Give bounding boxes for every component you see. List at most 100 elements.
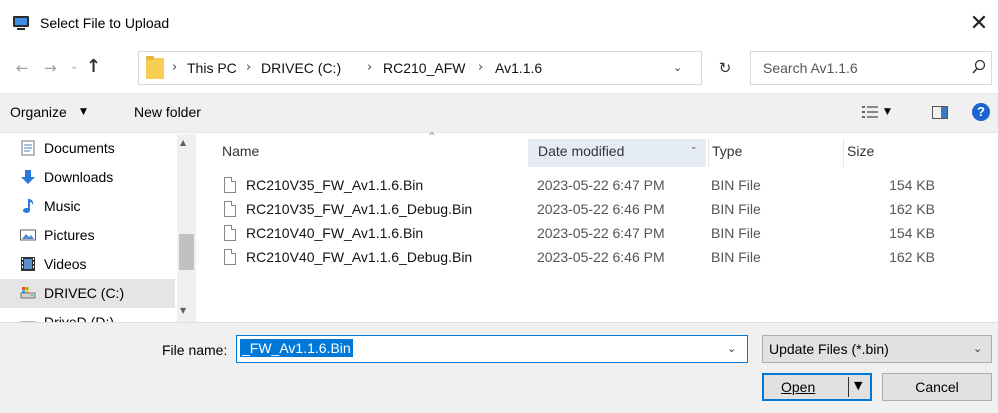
scrollbar-thumb[interactable]: [179, 234, 194, 270]
scroll-down-arrow-icon[interactable]: ▼: [180, 306, 186, 315]
chevron-down-icon[interactable]: ⌄: [673, 61, 682, 74]
column-filter-chevron-icon[interactable]: ⌄: [690, 142, 698, 152]
videos-icon: [21, 257, 35, 271]
file-row[interactable]: RC210V35_FW_Av1.1.6_Debug.Bin 2023-05-22…: [200, 198, 998, 220]
file-name: RC210V40_FW_Av1.1.6.Bin: [246, 225, 424, 241]
chevron-down-icon[interactable]: ⌄: [727, 342, 736, 355]
column-header-size[interactable]: Size: [843, 139, 948, 167]
file-list: ^ Name Date modified ⌄ Type Size RC210V3…: [200, 132, 998, 322]
chevron-down-icon[interactable]: ⌄: [973, 342, 982, 355]
breadcrumb-this-pc[interactable]: This PC: [187, 60, 237, 76]
sidebar-item-label: Documents: [44, 140, 115, 156]
column-header-type[interactable]: Type: [708, 139, 843, 167]
sidebar-item-label: DRIVEC (C:): [44, 285, 125, 301]
breadcrumb-av116[interactable]: Av1.1.6: [495, 60, 542, 76]
preview-pane-icon[interactable]: [932, 106, 948, 119]
file-name: RC210V35_FW_Av1.1.6_Debug.Bin: [246, 201, 473, 217]
title-bar: Select File to Upload ✕: [0, 0, 998, 45]
file-row[interactable]: RC210V35_FW_Av1.1.6.Bin 2023-05-22 6:47 …: [200, 174, 998, 196]
sidebar-item-documents[interactable]: Documents: [0, 134, 175, 163]
sidebar-item-drived[interactable]: DriveD (D:): [0, 308, 175, 322]
file-type: BIN File: [711, 225, 761, 241]
up-arrow-icon[interactable]: ↑: [86, 56, 101, 77]
sidebar-scrollbar[interactable]: ▲ ▼: [177, 134, 196, 322]
file-name-label: File name:: [162, 342, 227, 358]
sidebar-item-videos[interactable]: Videos: [0, 250, 175, 279]
file-name: RC210V40_FW_Av1.1.6_Debug.Bin: [246, 249, 473, 265]
forward-arrow-icon[interactable]: →: [44, 59, 57, 77]
file-size: 154 KB: [889, 225, 935, 241]
sidebar-item-music[interactable]: Music: [0, 192, 175, 221]
file-type: BIN File: [711, 177, 761, 193]
sidebar-item-label: Music: [44, 198, 81, 214]
command-toolbar: Organize ▼ New folder ▼ ?: [0, 93, 998, 133]
column-header-name[interactable]: Name: [222, 139, 259, 167]
close-icon[interactable]: ✕: [960, 8, 998, 40]
file-type-value: Update Files (*.bin): [769, 341, 889, 357]
recent-locations-chevron-icon[interactable]: ⌄: [70, 61, 78, 72]
file-icon: [224, 177, 236, 193]
scroll-up-arrow-icon[interactable]: ▲: [180, 138, 186, 147]
search-placeholder: Search Av1.1.6: [763, 60, 858, 76]
file-icon: [224, 225, 236, 241]
organize-dropdown-arrow-icon[interactable]: ▼: [80, 107, 87, 117]
help-icon[interactable]: ?: [972, 103, 990, 121]
column-header-label: Date modified: [538, 143, 625, 159]
file-type: BIN File: [711, 201, 761, 217]
open-button[interactable]: Open ▼: [762, 373, 872, 401]
breadcrumb-separator: ›: [478, 60, 484, 75]
file-row[interactable]: RC210V40_FW_Av1.1.6.Bin 2023-05-22 6:47 …: [200, 222, 998, 244]
search-input[interactable]: Search Av1.1.6: [750, 51, 992, 85]
view-options-icon[interactable]: [862, 105, 878, 119]
dialog-footer: File name: _FW_Av1.1.6.Bin ⌄ Update File…: [0, 322, 998, 413]
sidebar-item-downloads[interactable]: Downloads: [0, 163, 175, 192]
file-icon: [224, 201, 236, 217]
file-size: 162 KB: [889, 201, 935, 217]
file-date: 2023-05-22 6:47 PM: [537, 225, 665, 241]
breadcrumb-drivec[interactable]: DRIVEC (C:): [261, 60, 341, 76]
file-name-value: _FW_Av1.1.6.Bin: [240, 339, 353, 357]
window-title: Select File to Upload: [40, 15, 170, 31]
split-divider: [848, 377, 849, 397]
file-type: BIN File: [711, 249, 761, 265]
drive-icon: [20, 287, 36, 299]
address-bar[interactable]: › This PC › DRIVEC (C:) › RC210_AFW › Av…: [138, 51, 702, 85]
folder-icon: [146, 56, 164, 79]
new-folder-button[interactable]: New folder: [134, 104, 201, 120]
sort-ascending-icon: ^: [428, 132, 436, 142]
column-header-date-modified[interactable]: Date modified ⌄: [528, 139, 706, 167]
file-date: 2023-05-22 6:46 PM: [537, 201, 665, 217]
navigation-pane: Documents Downloads Music Pictures Video…: [0, 134, 197, 322]
file-size: 162 KB: [889, 249, 935, 265]
drive-icon: [20, 321, 36, 322]
music-icon: [23, 199, 34, 213]
file-icon: [224, 249, 236, 265]
sidebar-item-drivec[interactable]: DRIVEC (C:): [0, 279, 175, 308]
open-button-label: Open: [781, 379, 816, 395]
file-name: RC210V35_FW_Av1.1.6.Bin: [246, 177, 424, 193]
file-date: 2023-05-22 6:46 PM: [537, 249, 665, 265]
pictures-icon: [20, 229, 36, 241]
back-arrow-icon[interactable]: ←: [16, 59, 29, 77]
view-options-dropdown-icon[interactable]: ▼: [884, 107, 891, 117]
sidebar-item-pictures[interactable]: Pictures: [0, 221, 175, 250]
file-type-select[interactable]: Update Files (*.bin) ⌄: [762, 335, 992, 363]
refresh-icon[interactable]: ↻: [702, 51, 748, 85]
search-icon[interactable]: [971, 59, 987, 75]
open-options-dropdown-icon[interactable]: ▼: [854, 379, 862, 392]
organize-button[interactable]: Organize: [10, 104, 67, 120]
sidebar-item-label: Videos: [44, 256, 87, 272]
sidebar-item-label: DriveD (D:): [44, 314, 114, 322]
sidebar-item-label: Pictures: [44, 227, 95, 243]
file-name-input[interactable]: _FW_Av1.1.6.Bin ⌄: [236, 335, 748, 363]
cancel-button[interactable]: Cancel: [882, 373, 992, 401]
file-row[interactable]: RC210V40_FW_Av1.1.6_Debug.Bin 2023-05-22…: [200, 246, 998, 268]
breadcrumb-separator: ›: [172, 60, 178, 75]
navigation-row: ← → ⌄ ↑ › This PC › DRIVEC (C:) › RC210_…: [0, 45, 998, 93]
sidebar-item-label: Downloads: [44, 169, 114, 185]
upload-dialog-icon: [13, 16, 29, 30]
documents-icon: [21, 140, 35, 156]
breadcrumb-separator: ›: [367, 60, 373, 75]
file-date: 2023-05-22 6:47 PM: [537, 177, 665, 193]
breadcrumb-rc210-afw[interactable]: RC210_AFW: [383, 60, 465, 76]
